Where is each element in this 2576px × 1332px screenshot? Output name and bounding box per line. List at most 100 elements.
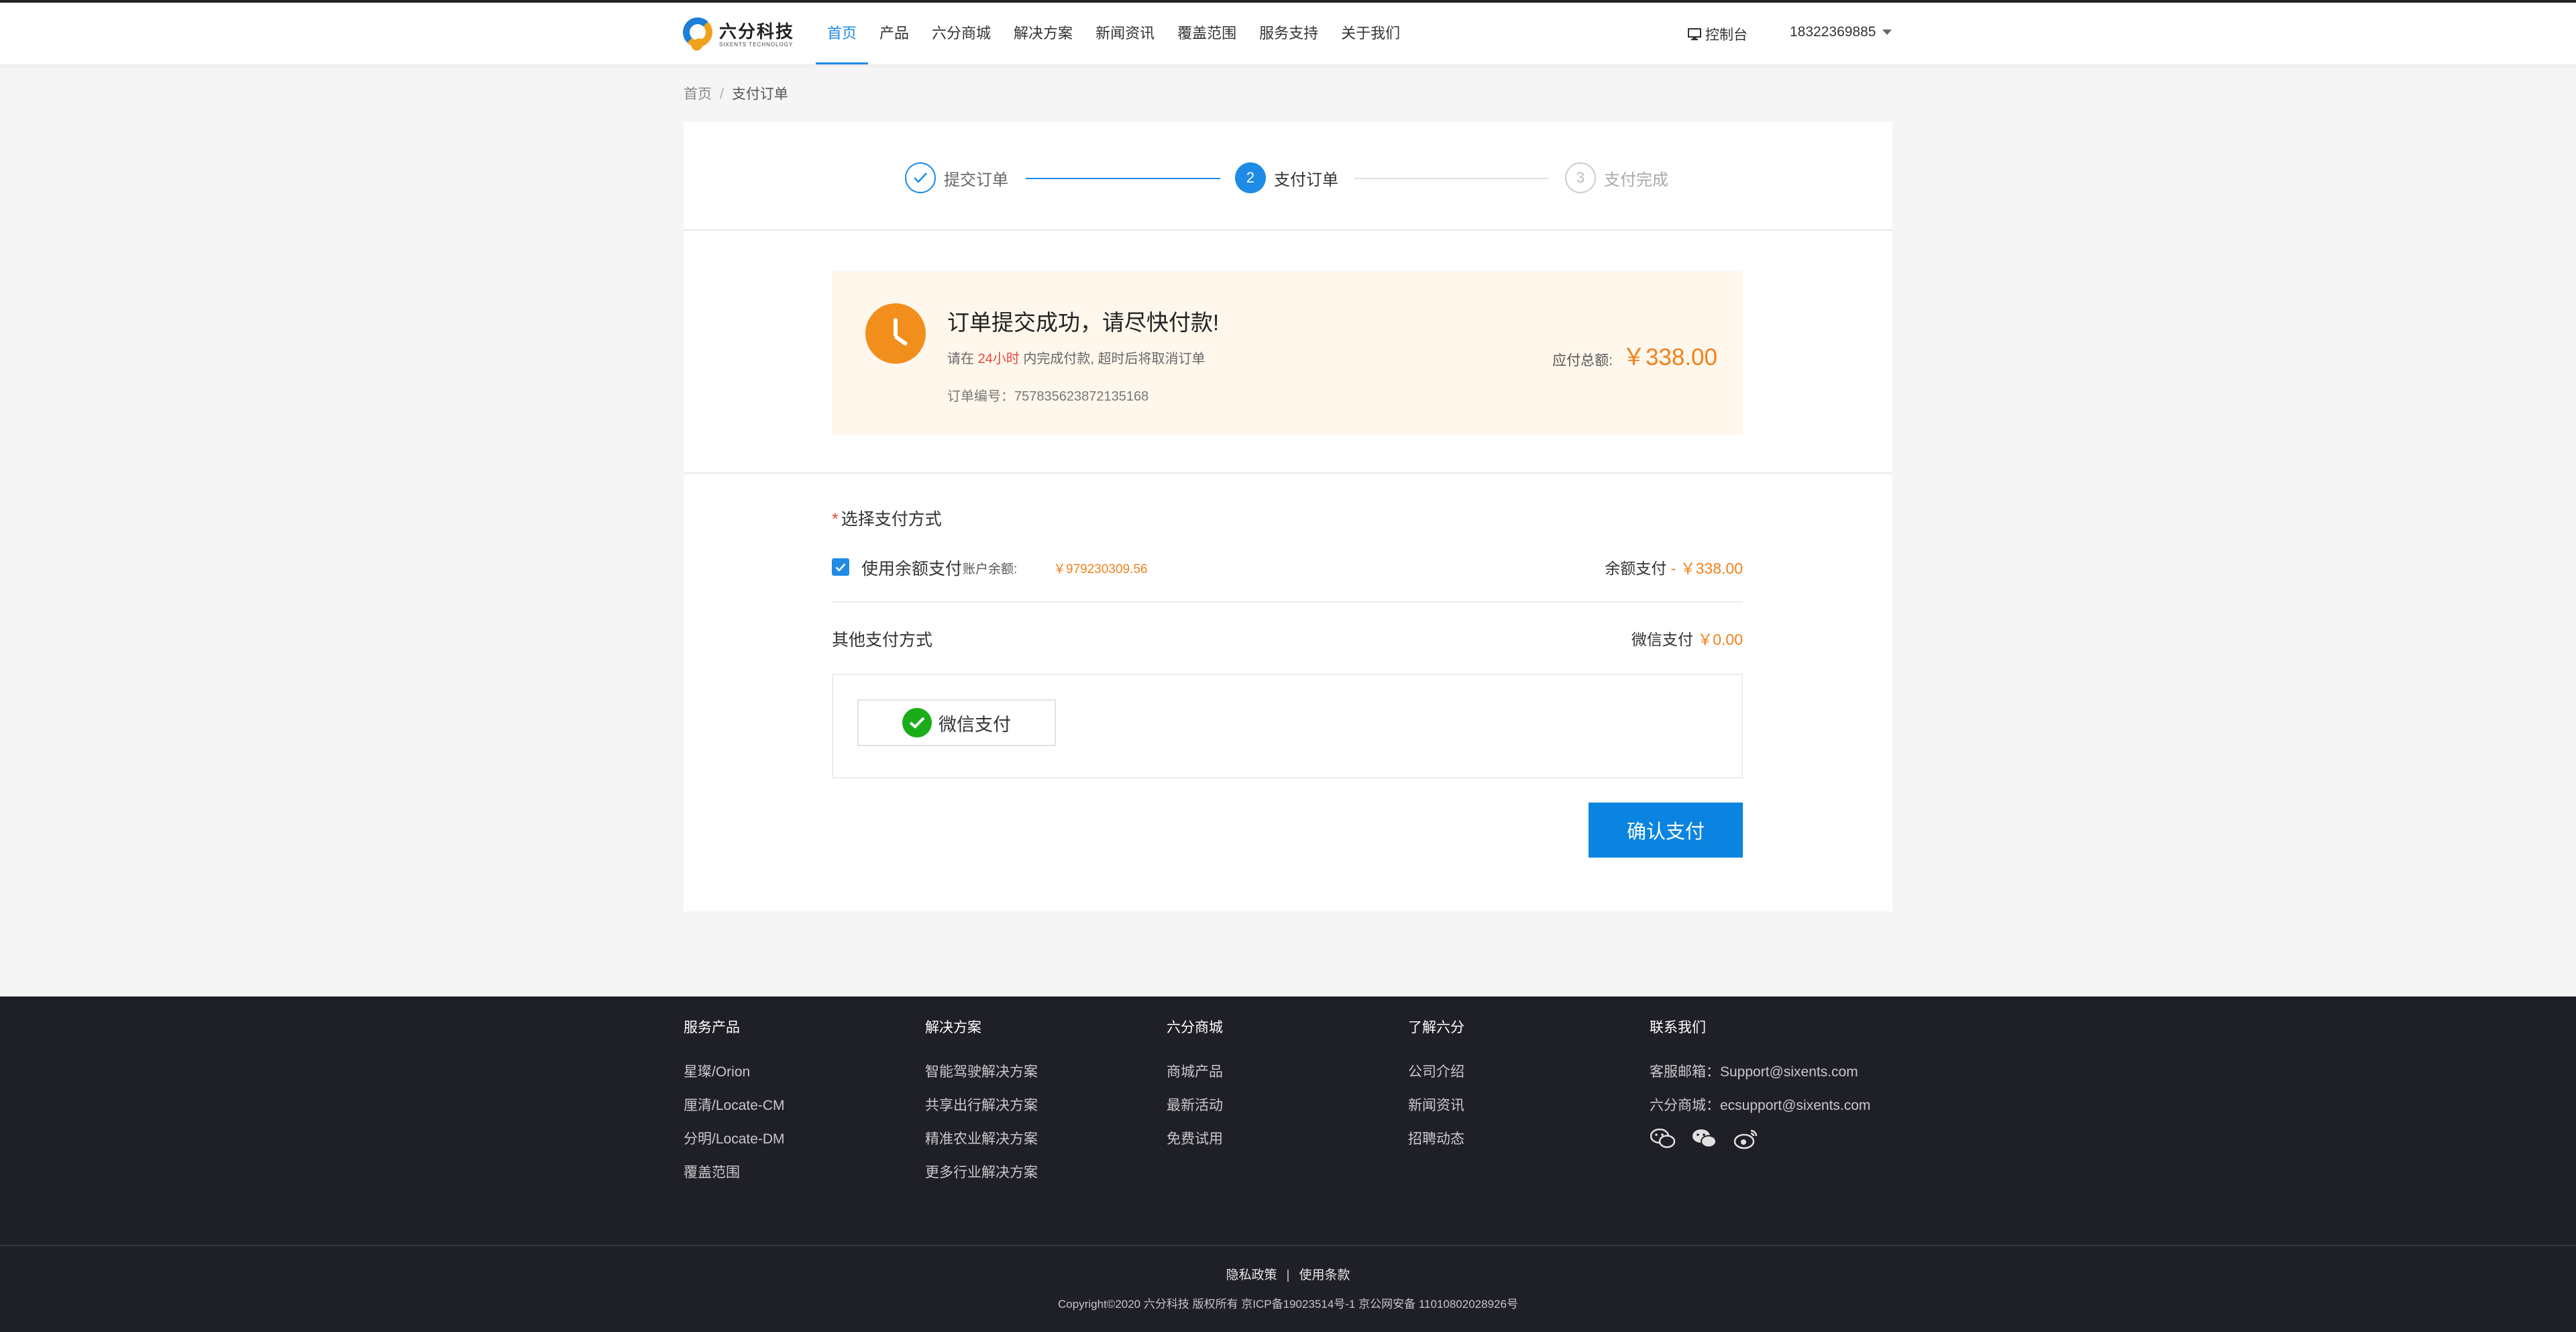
required-mark: * (832, 510, 839, 529)
footer-link[interactable]: 商城产品 (1167, 1056, 1223, 1089)
wechat-pay-icon (902, 708, 932, 737)
checkmark-icon (835, 563, 846, 572)
footer-divider (0, 1245, 2576, 1246)
top-header: 六分科技 SIXENTS TECHNOLOGY 首页 产品 六分商城 解决方案 … (0, 0, 2576, 64)
nav-home[interactable]: 首页 (816, 3, 869, 64)
privacy-policy-link[interactable]: 隐私政策 (1226, 1268, 1277, 1282)
balance-pay-label[interactable]: 使用余额支付 (861, 556, 962, 580)
step-label: 提交订单 (944, 170, 1008, 189)
footer-column-mall: 六分商城 商城产品 最新活动 免费试用 (1167, 1017, 1223, 1156)
breadcrumb: 首页 / 支付订单 (684, 83, 788, 103)
amount-due-label: 应付总额: (1552, 353, 1613, 368)
step-label: 支付订单 (1274, 170, 1338, 189)
nav-solutions[interactable]: 解决方案 (1002, 3, 1084, 64)
copyright: Copyright©2020 六分科技 版权所有 京ICP备19023514号-… (1058, 1298, 1518, 1311)
balance-pay-amount-label: 余额支付 (1605, 560, 1667, 577)
step-number: 3 (1565, 162, 1596, 193)
nav-coverage[interactable]: 覆盖范围 (1166, 3, 1248, 64)
amount-due-value: ￥338.00 (1621, 344, 1717, 370)
wechat-pay-amount-value: ￥0.00 (1697, 631, 1743, 648)
breadcrumb-home[interactable]: 首页 (684, 87, 712, 102)
account-balance-label: 账户余额: (963, 562, 1018, 576)
step-connector-pending (1354, 178, 1549, 179)
footer: 服务产品 星璨/Orion 厘清/Locate-CM 分明/Locate-DM … (0, 996, 2576, 1332)
footer-link[interactable]: 更多行业解决方案 (925, 1156, 1038, 1190)
step-number: 2 (1235, 162, 1266, 193)
confirm-payment-button[interactable]: 确认支付 (1589, 803, 1743, 858)
footer-link[interactable]: 共享出行解决方案 (925, 1089, 1038, 1123)
footer-column-about: 了解六分 公司介绍 新闻资讯 招聘动态 (1408, 1017, 1464, 1156)
notice-description: 请在 24小时 内完成付款, 超时后将取消订单 (947, 348, 1205, 367)
support-email[interactable]: 客服邮箱：Support@sixents.com (1650, 1056, 1870, 1089)
step-label: 支付完成 (1604, 170, 1668, 189)
user-menu[interactable]: 18322369885 (1790, 24, 1892, 40)
footer-column-title: 解决方案 (925, 1020, 981, 1035)
wechat-icon[interactable] (1650, 1125, 1676, 1152)
chevron-down-icon (1882, 30, 1892, 35)
footer-column-title: 六分商城 (1167, 1020, 1223, 1035)
footer-legal-links: 隐私政策 | 使用条款 (0, 1265, 2576, 1283)
logo-icon (683, 17, 712, 53)
section-divider (684, 472, 1892, 474)
nav-products[interactable]: 产品 (868, 3, 920, 64)
notice-title: 订单提交成功，请尽快付款! (947, 310, 1220, 335)
row-divider (832, 601, 1743, 603)
monitor-icon (1688, 28, 1701, 40)
step-connector-done (1026, 178, 1220, 179)
weibo-icon[interactable] (1733, 1125, 1760, 1152)
other-payment-title: 其他支付方式 (832, 631, 933, 650)
footer-link[interactable]: 分明/Locate-DM (684, 1123, 785, 1156)
balance-pay-amount: 余额支付 - ￥338.00 (1605, 556, 1743, 578)
notice-desc-prefix: 请在 (947, 352, 974, 366)
footer-column-title: 联系我们 (1650, 1020, 1706, 1035)
footer-link[interactable]: 新闻资讯 (1408, 1089, 1464, 1123)
order-number-label: 订单编号： (947, 389, 1014, 404)
console-link[interactable]: 控制台 (1688, 24, 1748, 44)
footer-column-solutions: 解决方案 智能驾驶解决方案 共享出行解决方案 精准农业解决方案 更多行业解决方案 (925, 1017, 1038, 1190)
link-separator: | (1286, 1268, 1290, 1282)
footer-link[interactable]: 覆盖范围 (684, 1156, 785, 1190)
logo-subtext: SIXENTS TECHNOLOGY (719, 42, 794, 48)
social-links (1650, 1125, 1870, 1152)
breadcrumb-current: 支付订单 (731, 87, 788, 102)
footer-column-contact: 联系我们 客服邮箱：Support@sixents.com 六分商城：ecsup… (1650, 1017, 1870, 1152)
check-icon (905, 162, 936, 193)
payment-methods-box: 微信支付 (832, 674, 1743, 778)
logo-text: 六分科技 (719, 21, 795, 42)
payment-card: 提交订单 2 支付订单 3 支付完成 订单提交成功，请尽快付款! 请在 24小时… (684, 122, 1892, 911)
clock-icon (865, 303, 926, 364)
balance-payment-row: 使用余额支付 账户余额: ￥979230309.56 余额支付 - ￥338.0… (832, 553, 1743, 580)
wechat-group-icon[interactable] (1691, 1125, 1718, 1152)
footer-link[interactable]: 招聘动态 (1408, 1123, 1464, 1156)
payment-method-title: * 选择支付方式 (832, 506, 942, 530)
nav-about[interactable]: 关于我们 (1330, 3, 1411, 64)
nav-support[interactable]: 服务支持 (1248, 3, 1330, 64)
step-pay-order: 2 支付订单 (1235, 162, 1338, 193)
payment-method-title-text: 选择支付方式 (841, 510, 942, 529)
footer-link[interactable]: 智能驾驶解决方案 (925, 1056, 1038, 1089)
account-balance-value: ￥979230309.56 (1053, 562, 1148, 576)
order-success-notice: 订单提交成功，请尽快付款! 请在 24小时 内完成付款, 超时后将取消订单 订单… (832, 271, 1743, 435)
logo[interactable]: 六分科技 SIXENTS TECHNOLOGY (683, 16, 794, 54)
footer-link[interactable]: 公司介绍 (1408, 1056, 1464, 1089)
balance-checkbox[interactable] (832, 558, 849, 576)
wechat-pay-option[interactable]: 微信支付 (857, 699, 1056, 746)
footer-link[interactable]: 厘清/Locate-CM (684, 1089, 785, 1123)
amount-due: 应付总额: ￥338.00 (1552, 338, 1717, 372)
footer-link[interactable]: 星璨/Orion (684, 1056, 785, 1089)
notice-deadline: 24小时 (977, 352, 1020, 366)
footer-link[interactable]: 免费试用 (1167, 1123, 1223, 1156)
progress-steps: 提交订单 2 支付订单 3 支付完成 (684, 122, 1892, 231)
footer-link[interactable]: 最新活动 (1167, 1089, 1223, 1123)
nav-mall[interactable]: 六分商城 (920, 3, 1002, 64)
footer-column-title: 服务产品 (684, 1020, 740, 1035)
user-phone: 18322369885 (1790, 24, 1876, 40)
footer-link[interactable]: 精准农业解决方案 (925, 1123, 1038, 1156)
terms-of-use-link[interactable]: 使用条款 (1299, 1268, 1350, 1282)
notice-desc-suffix: 内完成付款, 超时后将取消订单 (1023, 352, 1205, 366)
step-payment-complete: 3 支付完成 (1565, 162, 1668, 193)
main-nav: 首页 产品 六分商城 解决方案 新闻资讯 覆盖范围 服务支持 关于我们 (816, 3, 1411, 67)
footer-column-title: 了解六分 (1408, 1020, 1464, 1035)
nav-news[interactable]: 新闻资讯 (1084, 3, 1166, 64)
mall-email[interactable]: 六分商城：ecsupport@sixents.com (1650, 1089, 1870, 1123)
